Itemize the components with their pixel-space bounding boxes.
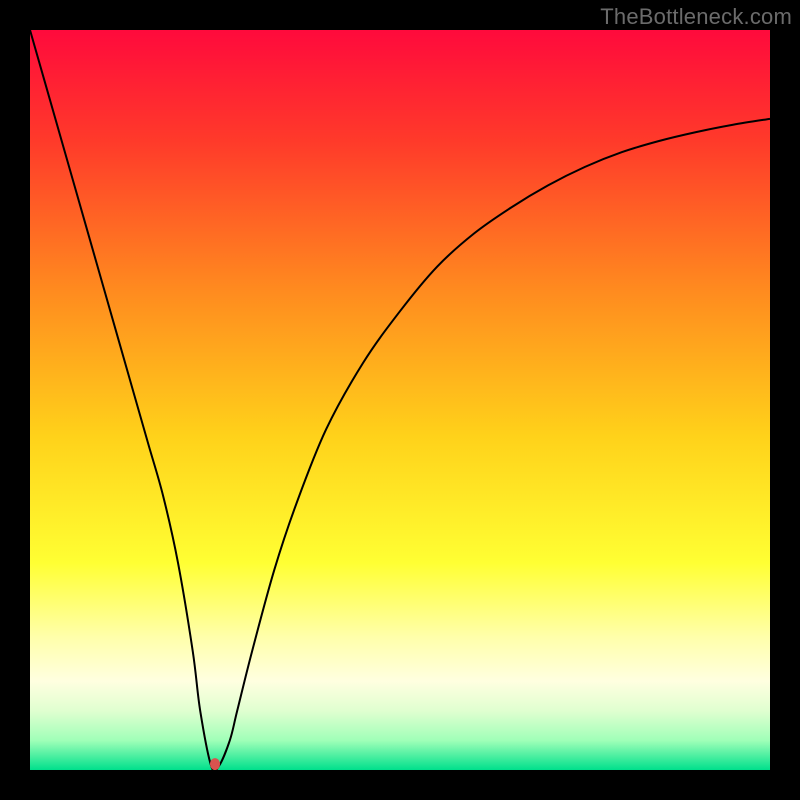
plot-area [30, 30, 770, 770]
chart-svg [30, 30, 770, 770]
watermark-text: TheBottleneck.com [600, 4, 792, 30]
optimum-marker [210, 758, 220, 770]
chart-container: TheBottleneck.com [0, 0, 800, 800]
